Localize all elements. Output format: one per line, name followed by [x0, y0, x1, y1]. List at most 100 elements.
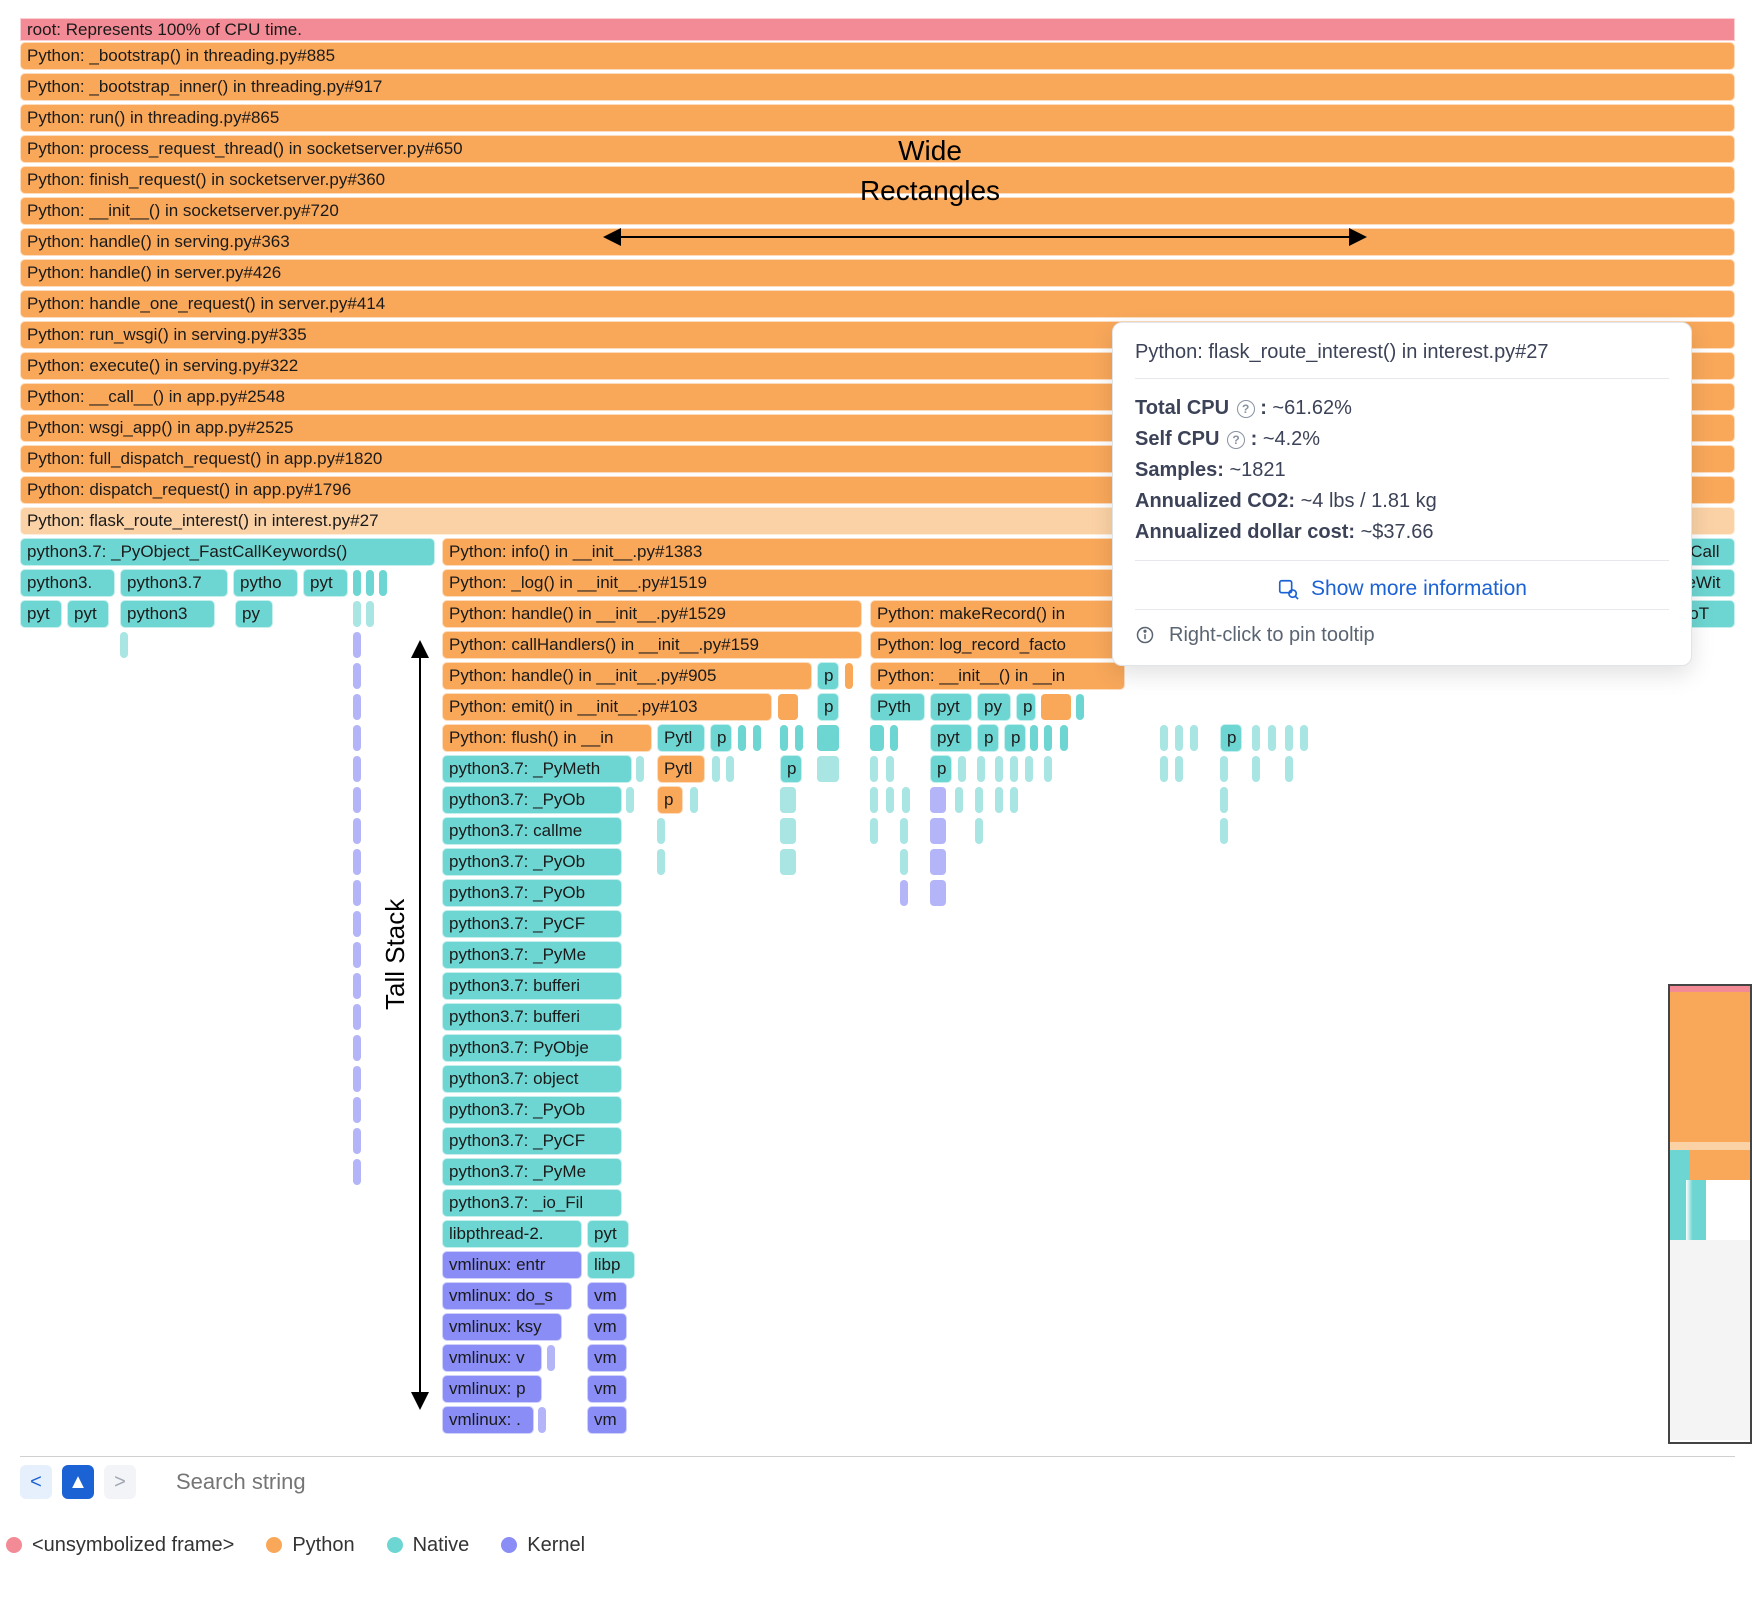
frame[interactable]: pyt — [67, 600, 109, 628]
frame-sliver[interactable] — [379, 570, 387, 596]
frame-sliver[interactable] — [1044, 756, 1052, 782]
help-icon[interactable]: ? — [1237, 400, 1255, 418]
frame[interactable]: pyt — [930, 724, 972, 752]
search-input[interactable] — [176, 1469, 1735, 1495]
frame-sliver[interactable] — [955, 787, 963, 813]
frame[interactable]: Pytl — [657, 755, 705, 783]
frame-sliver[interactable] — [353, 1097, 361, 1123]
frame[interactable]: py — [977, 693, 1011, 721]
frame-stack[interactable]: Python: _bootstrap() in threading.py#885 — [20, 42, 1735, 70]
frame-sliver[interactable] — [900, 849, 908, 875]
frame-sliver[interactable] — [353, 787, 361, 813]
frame-sliver[interactable] — [930, 849, 946, 875]
frame-sliver[interactable] — [1025, 756, 1033, 782]
frame-sliver[interactable] — [1044, 725, 1052, 751]
show-more-link[interactable]: Show more information — [1135, 560, 1669, 610]
frame[interactable]: pyt — [930, 693, 972, 721]
frame-sliver[interactable] — [975, 787, 983, 813]
frame[interactable]: pyt — [20, 600, 62, 628]
frame-sliver[interactable] — [1010, 756, 1018, 782]
frame-handle[interactable]: Python: handle() in __init__.py#1529 — [442, 600, 862, 628]
frame[interactable]: p — [817, 693, 839, 721]
frame[interactable]: python3.7: _PyCF — [442, 1127, 622, 1155]
frame[interactable]: vm — [587, 1282, 627, 1310]
frame[interactable]: vm — [587, 1375, 627, 1403]
frame-sliver[interactable] — [353, 601, 361, 627]
frame-sliver[interactable] — [353, 973, 361, 999]
frame[interactable]: python3.7: bufferi — [442, 1003, 622, 1031]
frame-sliver[interactable] — [1030, 725, 1038, 751]
frame[interactable]: p — [780, 755, 802, 783]
frame-sliver[interactable] — [1076, 694, 1084, 720]
frame[interactable]: vmlinux: v — [442, 1344, 542, 1372]
frame-sliver[interactable] — [930, 818, 946, 844]
frame-sliver[interactable] — [995, 787, 1003, 813]
frame-stack[interactable]: Python: finish_request() in socketserver… — [20, 166, 1735, 194]
frame[interactable]: p — [1004, 724, 1026, 752]
frame[interactable]: vm — [587, 1344, 627, 1372]
frame-sliver[interactable] — [353, 880, 361, 906]
frame-sliver[interactable] — [1252, 725, 1260, 751]
frame-sliver[interactable] — [930, 787, 946, 813]
frame-stack[interactable]: Python: run() in threading.py#865 — [20, 104, 1735, 132]
frame[interactable]: python3.7: _PyOb — [442, 1096, 622, 1124]
frame-callhandlers[interactable]: Python: callHandlers() in __init__.py#15… — [442, 631, 862, 659]
frame-handle2[interactable]: Python: handle() in __init__.py#905 — [442, 662, 812, 690]
frame-flush[interactable]: Python: flush() in __in — [442, 724, 652, 752]
frame-sliver[interactable] — [886, 756, 894, 782]
frame-sliver[interactable] — [1175, 725, 1183, 751]
frame[interactable]: python3. — [20, 569, 115, 597]
frame[interactable]: python3.7: object — [442, 1065, 622, 1093]
frame[interactable]: python3.7: PyObje — [442, 1034, 622, 1062]
frame-fastcall[interactable]: python3.7: _PyObject_FastCallKeywords() — [20, 538, 435, 566]
frame[interactable]: vmlinux: . — [442, 1406, 534, 1434]
frame-stack[interactable]: Python: handle_one_request() in server.p… — [20, 290, 1735, 318]
frame-sliver[interactable] — [1190, 725, 1198, 751]
frame-sliver[interactable] — [1160, 725, 1168, 751]
frame-sliver[interactable] — [1175, 756, 1183, 782]
frame[interactable]: python3 — [120, 600, 215, 628]
frame-sliver[interactable] — [902, 787, 910, 813]
frame-sliver[interactable] — [538, 1407, 546, 1433]
frame[interactable]: python3.7: _PyCF — [442, 910, 622, 938]
frame-sliver[interactable] — [1060, 725, 1068, 751]
frame-sliver[interactable] — [780, 849, 796, 875]
frame-sliver[interactable] — [1160, 756, 1168, 782]
frame[interactable]: p — [977, 724, 999, 752]
frame[interactable]: python3.7 — [120, 569, 228, 597]
frame[interactable]: vmlinux: ksy — [442, 1313, 562, 1341]
frame[interactable]: vmlinux: entr — [442, 1251, 582, 1279]
frame-sliver[interactable] — [870, 756, 878, 782]
frame-makerecord[interactable]: Python: makeRecord() in — [870, 600, 1125, 628]
frame-sliver[interactable] — [353, 694, 361, 720]
frame-sliver[interactable] — [353, 1066, 361, 1092]
frame-sliver[interactable] — [1041, 694, 1071, 720]
frame-sliver[interactable] — [657, 818, 665, 844]
frame-sliver[interactable] — [886, 787, 894, 813]
frame-sliver[interactable] — [366, 601, 374, 627]
frame[interactable]: p — [1016, 693, 1036, 721]
frame[interactable]: python3.7: bufferi — [442, 972, 622, 1000]
frame-sliver[interactable] — [780, 787, 796, 813]
frame-sliver[interactable] — [900, 818, 908, 844]
frame-sliver[interactable] — [780, 818, 796, 844]
frame-sliver[interactable] — [870, 725, 884, 751]
nav-forward-button[interactable]: > — [104, 1465, 136, 1499]
frame-sliver[interactable] — [353, 570, 361, 596]
frame[interactable]: py — [235, 600, 273, 628]
frame-sliver[interactable] — [657, 849, 665, 875]
frame-sliver[interactable] — [845, 663, 853, 689]
frame-sliver[interactable] — [1010, 787, 1018, 813]
frame[interactable]: p — [1220, 724, 1242, 752]
frame-sliver[interactable] — [726, 756, 734, 782]
frame[interactable]: Pyth — [870, 693, 925, 721]
frame-sliver[interactable] — [626, 787, 634, 813]
frame-sliver[interactable] — [353, 911, 361, 937]
frame-sliver[interactable] — [817, 725, 839, 751]
frame-init[interactable]: Python: __init__() in __in — [870, 662, 1125, 690]
frame-sliver[interactable] — [353, 942, 361, 968]
minimap[interactable] — [1668, 984, 1752, 1444]
frame-sliver[interactable] — [353, 849, 361, 875]
frame-sliver[interactable] — [353, 818, 361, 844]
frame-sliver[interactable] — [795, 725, 803, 751]
